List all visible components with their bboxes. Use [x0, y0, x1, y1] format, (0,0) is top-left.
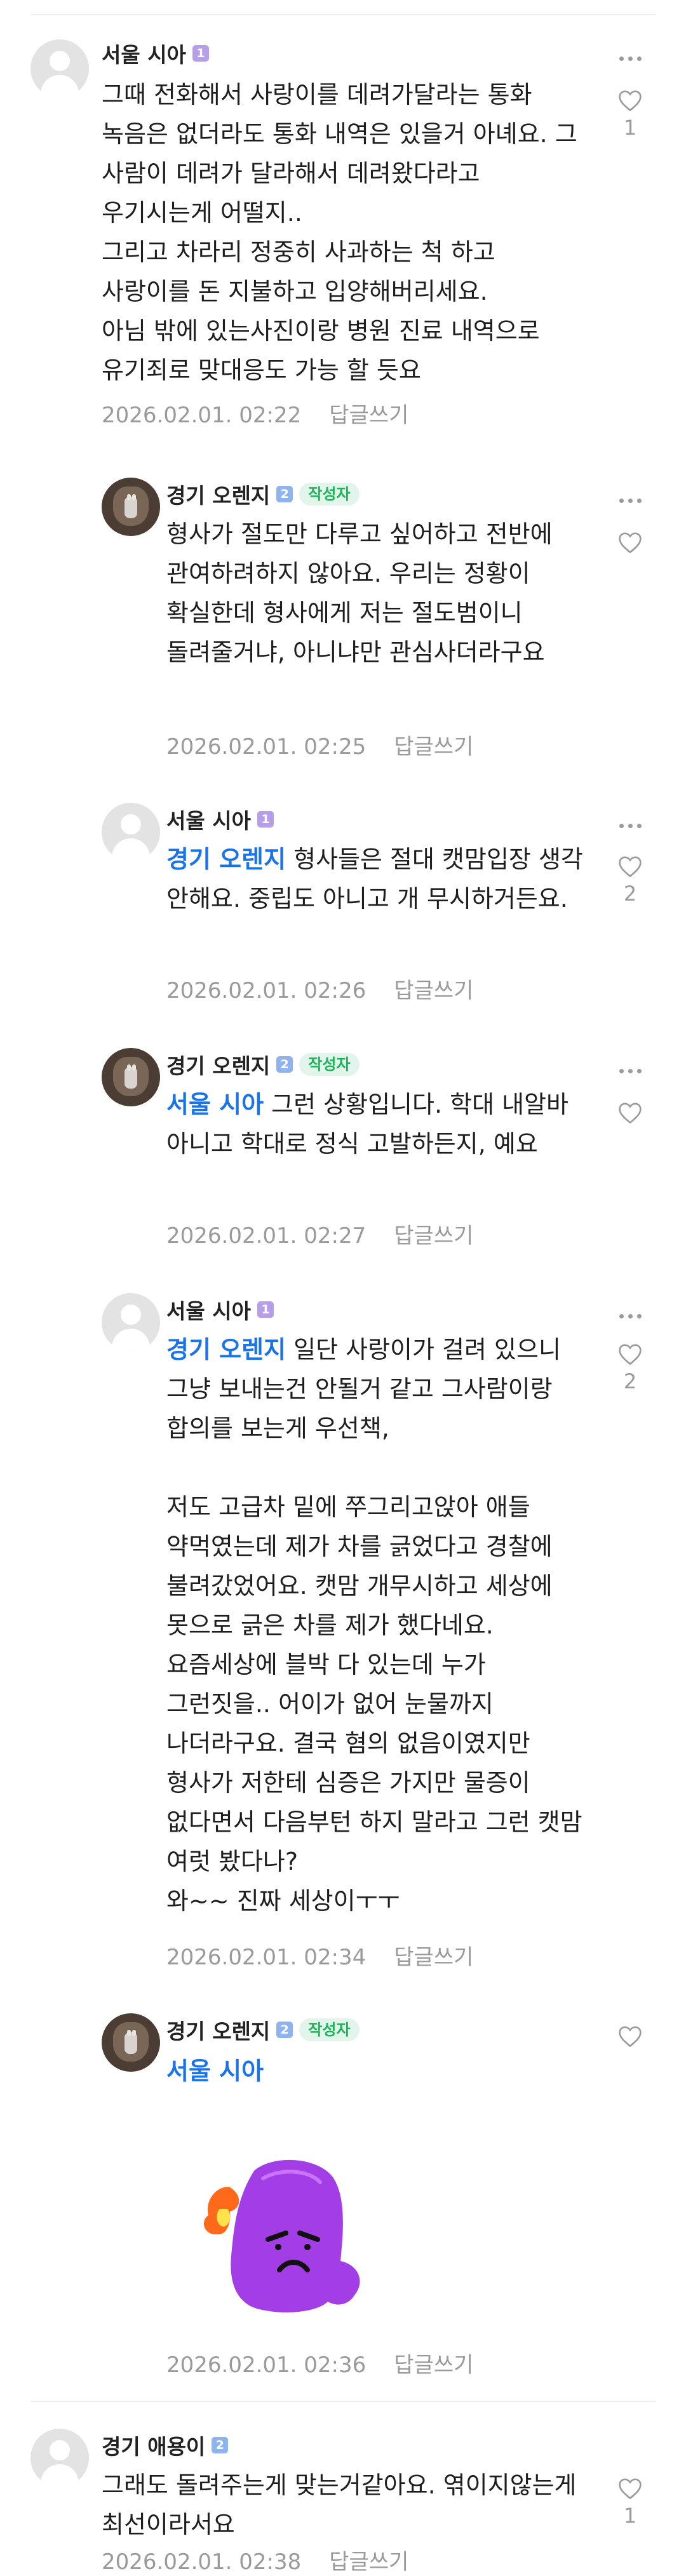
comment-date: 2026.02.01. 02:38 — [102, 2549, 302, 2575]
comment-text: 그때 전화해서 사랑이를 데려가달라는 통화 녹음은 없더라도 통화 내역은 있… — [102, 81, 577, 384]
heart-icon — [619, 2478, 642, 2500]
heart-icon — [619, 2026, 642, 2048]
level-badge: 2 — [276, 2022, 293, 2038]
comment-author[interactable]: 경기 오렌지 — [166, 479, 270, 509]
comment-date: 2026.02.01. 02:22 — [102, 403, 302, 428]
avatar[interactable] — [30, 2429, 89, 2487]
mention-link[interactable]: 서울 시아 — [166, 1090, 264, 1118]
reply-button[interactable]: 답글쓰기 — [394, 1223, 473, 1249]
reply-button[interactable]: 답글쓰기 — [394, 734, 473, 760]
author-badge: 작성자 — [299, 483, 360, 506]
like-button[interactable] — [615, 2025, 645, 2051]
more-options-icon[interactable] — [615, 46, 645, 71]
avatar[interactable] — [102, 478, 160, 536]
mention-link[interactable]: 서울 시아 — [166, 2057, 264, 2085]
mention-link[interactable]: 경기 오렌지 — [166, 845, 286, 873]
like-button[interactable]: 1 — [615, 2477, 645, 2528]
avatar[interactable] — [102, 1048, 160, 1106]
comment-author[interactable]: 경기 오렌지 — [166, 1049, 270, 1080]
like-button[interactable]: 1 — [615, 89, 645, 140]
like-button[interactable]: 2 — [615, 1343, 645, 1393]
comment-date: 2026.02.01. 02:27 — [166, 1223, 367, 1249]
reply-button[interactable]: 답글쓰기 — [394, 2352, 473, 2378]
level-badge: 2 — [276, 486, 293, 502]
comment-text: 그래도 돌려주는게 맞는거같아요. 엮이지않는게 최선이라서요 — [102, 2471, 584, 2539]
comment-author[interactable]: 경기 오렌지 — [166, 2015, 270, 2045]
comment-date: 2026.02.01. 02:34 — [166, 1945, 367, 1970]
like-count: 1 — [623, 116, 637, 140]
level-badge: 2 — [276, 1056, 293, 1073]
like-count: 1 — [623, 2504, 637, 2528]
reply-button[interactable]: 답글쓰기 — [394, 978, 473, 1003]
level-badge: 1 — [257, 1301, 274, 1318]
more-options-icon[interactable] — [615, 488, 645, 513]
avatar[interactable] — [102, 2013, 160, 2072]
author-badge: 작성자 — [299, 2018, 360, 2041]
avatar[interactable] — [30, 39, 89, 98]
avatar[interactable] — [102, 1293, 160, 1352]
angry-purple-blob-sticker — [191, 2140, 381, 2333]
comment-author[interactable]: 서울 시아 — [166, 1294, 251, 1325]
heart-icon — [619, 90, 642, 112]
author-badge: 작성자 — [299, 1053, 360, 1076]
heart-icon — [619, 1103, 642, 1124]
more-options-icon[interactable] — [615, 1058, 645, 1083]
comment-date: 2026.02.01. 02:26 — [166, 978, 367, 1003]
comment-author[interactable]: 경기 애용이 — [102, 2430, 205, 2460]
comment-text: 일단 사랑이가 걸려 있으니 그냥 보내는건 안될거 같고 그사람이랑 합의를 … — [166, 1336, 582, 1915]
comment-date: 2026.02.01. 02:36 — [166, 2352, 367, 2378]
like-count: 2 — [623, 882, 637, 906]
like-button[interactable]: 2 — [615, 855, 645, 906]
heart-icon — [619, 1344, 642, 1365]
reply-button[interactable]: 답글쓰기 — [329, 403, 408, 428]
like-count: 2 — [623, 1369, 637, 1393]
level-badge: 2 — [212, 2437, 229, 2453]
like-button[interactable] — [615, 1101, 645, 1128]
more-options-icon[interactable] — [615, 1303, 645, 1329]
reply-button[interactable]: 답글쓰기 — [329, 2549, 408, 2575]
top-divider — [30, 14, 656, 15]
heart-icon — [619, 532, 642, 554]
level-badge: 1 — [192, 45, 209, 62]
comment-author[interactable]: 서울 시아 — [102, 38, 186, 69]
comment-date: 2026.02.01. 02:25 — [166, 734, 367, 760]
more-options-icon[interactable] — [615, 813, 645, 838]
reply-button[interactable]: 답글쓰기 — [394, 1945, 473, 1970]
divider — [30, 2401, 656, 2402]
heart-icon — [619, 856, 642, 878]
like-button[interactable] — [615, 531, 645, 558]
comment-author[interactable]: 서울 시아 — [166, 804, 251, 835]
avatar[interactable] — [102, 803, 160, 861]
comment-text: 형사가 절도만 다루고 싶어하고 전반에 관여하려하지 않아요. 우리는 정황이… — [166, 520, 560, 666]
mention-link[interactable]: 경기 오렌지 — [166, 1336, 286, 1364]
level-badge: 1 — [257, 811, 274, 828]
